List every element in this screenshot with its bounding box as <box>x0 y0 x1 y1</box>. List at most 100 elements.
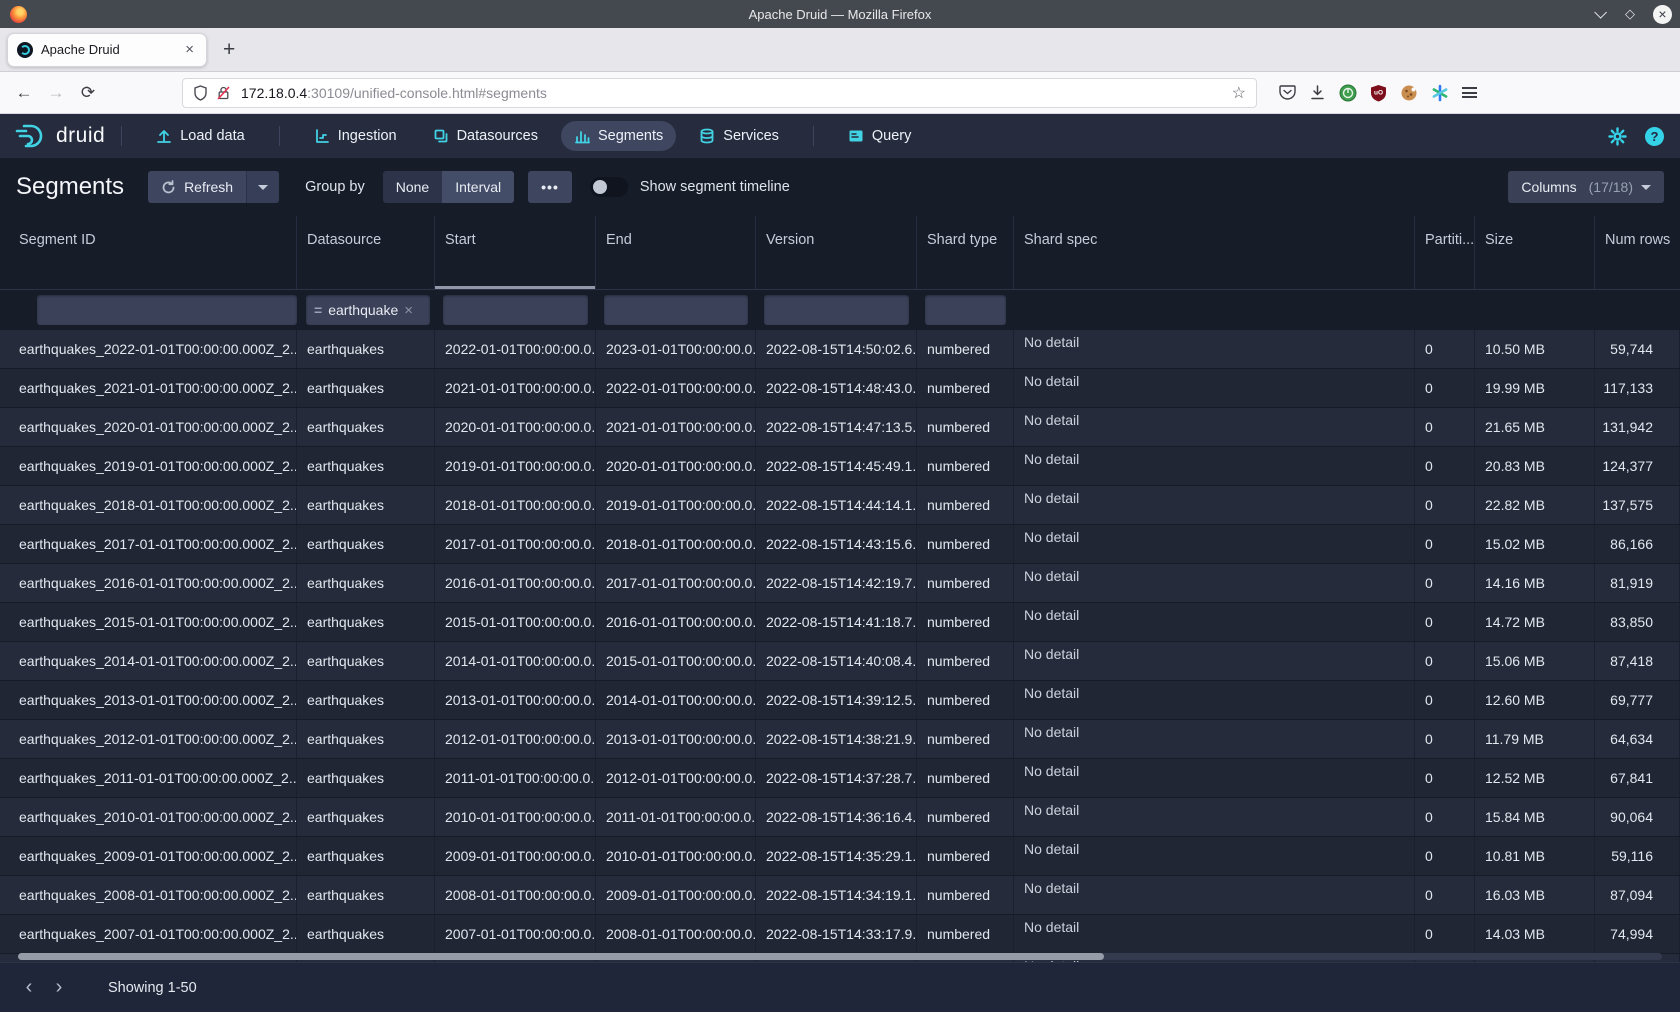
table-row[interactable]: earthquakes_2010-01-01T00:00:00.000Z_2..… <box>0 798 1680 837</box>
window-close-icon[interactable]: × <box>1653 5 1672 24</box>
column-header-start[interactable]: Start <box>435 216 596 289</box>
cell-partition: 0 <box>1415 837 1475 875</box>
group-by-none-button[interactable]: None <box>383 171 442 203</box>
cell-datasource: earthquakes <box>297 837 435 875</box>
horizontal-scrollbar[interactable] <box>18 953 1662 960</box>
column-header-shard-type[interactable]: Shard type <box>917 216 1014 289</box>
table-row[interactable]: earthquakes_2011-01-01T00:00:00.000Z_2..… <box>0 759 1680 798</box>
asterisk-extension-icon[interactable] <box>1431 84 1449 102</box>
filter-input-end[interactable] <box>604 295 748 325</box>
cell-version: 2022-08-15T14:41:18.7... <box>756 603 917 641</box>
column-header-size[interactable]: Size <box>1475 216 1595 289</box>
previous-page-button[interactable]: ‹ <box>14 976 44 999</box>
cell-shard-spec: No detail <box>1014 330 1415 368</box>
cell-partition: 0 <box>1415 447 1475 485</box>
privacy-extension-icon[interactable] <box>1339 84 1357 102</box>
column-header-segment-id[interactable]: Segment ID <box>0 216 297 289</box>
filter-input-datasource[interactable]: = earthquake × <box>306 295 430 325</box>
next-page-button[interactable]: › <box>44 976 74 999</box>
tracking-shield-icon[interactable] <box>193 85 208 101</box>
druid-navbar: druid Load data Ingestion Datasources <box>0 114 1680 158</box>
table-row[interactable]: earthquakes_2016-01-01T00:00:00.000Z_2..… <box>0 564 1680 603</box>
cell-size: 10.81 MB <box>1475 837 1595 875</box>
columns-button[interactable]: Columns(17/18) <box>1508 171 1664 203</box>
nav-item-services[interactable]: Services <box>686 121 792 151</box>
window-maximize-icon[interactable]: ◇ <box>1621 6 1639 22</box>
segment-timeline-toggle[interactable] <box>590 177 628 197</box>
tab-apache-druid[interactable]: Apache Druid × <box>7 33 207 67</box>
cell-start: 2013-01-01T00:00:00.0... <box>435 681 596 719</box>
filter-input-shard-type[interactable] <box>925 295 1006 325</box>
help-icon[interactable]: ? <box>1645 127 1664 146</box>
cell-datasource: earthquakes <box>297 603 435 641</box>
table-row[interactable]: earthquakes_2008-01-01T00:00:00.000Z_2..… <box>0 876 1680 915</box>
cell-end: 2018-01-01T00:00:00.0... <box>596 525 756 563</box>
table-row[interactable]: earthquakes_2021-01-01T00:00:00.000Z_2..… <box>0 369 1680 408</box>
table-row[interactable]: earthquakes_2019-01-01T00:00:00.000Z_2..… <box>0 447 1680 486</box>
filter-operator: = <box>314 302 322 318</box>
tab-close-icon[interactable]: × <box>182 41 197 58</box>
cell-end: 2009-01-01T00:00:00.0... <box>596 876 756 914</box>
cell-end: 2012-01-01T00:00:00.0... <box>596 759 756 797</box>
settings-gear-icon[interactable] <box>1608 127 1627 146</box>
table-row[interactable]: earthquakes_2009-01-01T00:00:00.000Z_2..… <box>0 837 1680 876</box>
cell-segment-id: earthquakes_2014-01-01T00:00:00.000Z_2..… <box>0 642 297 680</box>
column-header-shard-spec[interactable]: Shard spec <box>1014 216 1415 289</box>
cell-start: 2016-01-01T00:00:00.0... <box>435 564 596 602</box>
window-title: Apache Druid — Mozilla Firefox <box>0 7 1680 22</box>
table-row[interactable]: earthquakes_2012-01-01T00:00:00.000Z_2..… <box>0 720 1680 759</box>
pocket-icon[interactable] <box>1279 84 1296 101</box>
horizontal-scrollbar-thumb[interactable] <box>18 953 1104 960</box>
table-row[interactable]: earthquakes_2015-01-01T00:00:00.000Z_2..… <box>0 603 1680 642</box>
filter-remove-icon[interactable]: × <box>404 302 413 319</box>
nav-item-query[interactable]: Query <box>835 121 925 151</box>
nav-item-segments[interactable]: Segments <box>561 121 676 151</box>
filter-input-version[interactable] <box>764 295 909 325</box>
table-row[interactable]: earthquakes_2022-01-01T00:00:00.000Z_2..… <box>0 330 1680 369</box>
bookmark-star-icon[interactable]: ☆ <box>1232 83 1246 103</box>
filter-input-start[interactable] <box>443 295 588 325</box>
table-row[interactable]: earthquakes_2013-01-01T00:00:00.000Z_2..… <box>0 681 1680 720</box>
table-row[interactable]: earthquakes_2014-01-01T00:00:00.000Z_2..… <box>0 642 1680 681</box>
filter-input-segment-id[interactable] <box>37 295 297 325</box>
insecure-lock-icon[interactable] <box>216 85 231 101</box>
group-by-interval-button[interactable]: Interval <box>442 171 514 203</box>
new-tab-button[interactable]: + <box>223 38 235 62</box>
column-header-partition[interactable]: Partiti... <box>1415 216 1475 289</box>
cell-version: 2022-08-15T14:42:19.7... <box>756 564 917 602</box>
table-row[interactable]: earthquakes_2017-01-01T00:00:00.000Z_2..… <box>0 525 1680 564</box>
cell-size: 15.02 MB <box>1475 525 1595 563</box>
reload-button[interactable]: ⟳ <box>72 83 104 103</box>
nav-item-label: Ingestion <box>338 128 397 144</box>
cell-segment-id: earthquakes_2015-01-01T00:00:00.000Z_2..… <box>0 603 297 641</box>
column-header-num-rows[interactable]: Num rows <box>1595 216 1680 289</box>
nav-item-load-data[interactable]: Load data <box>143 121 258 151</box>
cell-shard-type: numbered <box>917 642 1014 680</box>
cell-start: 2011-01-01T00:00:00.0... <box>435 759 596 797</box>
ublock-origin-icon[interactable]: uO <box>1370 84 1387 102</box>
column-header-version[interactable]: Version <box>756 216 917 289</box>
table-row[interactable]: earthquakes_2020-01-01T00:00:00.000Z_2..… <box>0 408 1680 447</box>
cell-version: 2022-08-15T14:39:12.5... <box>756 681 917 719</box>
menu-hamburger-icon[interactable] <box>1462 87 1477 98</box>
url-bar[interactable]: 172.18.0.4:30109/unified-console.html#se… <box>182 78 1257 108</box>
nav-item-ingestion[interactable]: Ingestion <box>301 121 410 151</box>
refresh-button[interactable]: Refresh <box>148 171 246 203</box>
cell-version: 2022-08-15T14:36:16.4... <box>756 798 917 836</box>
more-options-button[interactable]: ••• <box>528 171 572 203</box>
druid-brand[interactable]: druid <box>14 123 105 149</box>
window-minimize-icon[interactable] <box>1589 7 1607 22</box>
column-header-end[interactable]: End <box>596 216 756 289</box>
table-row[interactable]: earthquakes_2007-01-01T00:00:00.000Z_2..… <box>0 915 1680 954</box>
downloads-icon[interactable] <box>1309 84 1326 101</box>
forward-button[interactable]: → <box>40 83 72 103</box>
column-header-datasource[interactable]: Datasource <box>297 216 435 289</box>
cell-start: 2008-01-01T00:00:00.0... <box>435 876 596 914</box>
cookie-extension-icon[interactable] <box>1400 84 1418 102</box>
table-row[interactable]: earthquakes_2018-01-01T00:00:00.000Z_2..… <box>0 486 1680 525</box>
nav-item-datasources[interactable]: Datasources <box>420 121 551 151</box>
back-button[interactable]: ← <box>8 83 40 103</box>
cell-shard-type: numbered <box>917 447 1014 485</box>
refresh-dropdown-button[interactable] <box>246 171 279 203</box>
url-text[interactable]: 172.18.0.4:30109/unified-console.html#se… <box>241 85 1232 101</box>
